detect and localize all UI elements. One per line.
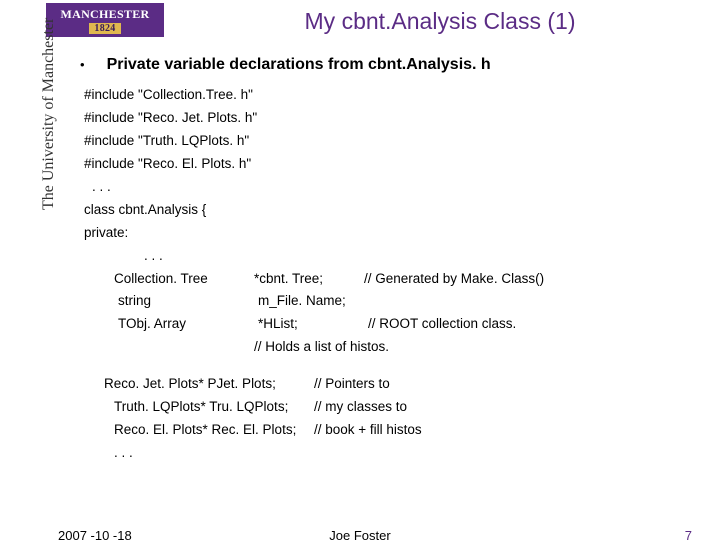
include-line: #include "Reco. El. Plots. h" — [84, 153, 690, 176]
member-declaration: TObj. Array *HList; // ROOT collection c… — [114, 313, 690, 336]
pointer-decl: Reco. El. Plots* Rec. El. Plots; — [114, 419, 314, 442]
pointer-declaration: Truth. LQPlots* Tru. LQPlots; // my clas… — [114, 396, 690, 419]
member-comment: // ROOT collection class. — [368, 313, 690, 336]
member-type: TObj. Array — [114, 313, 258, 336]
slide-title: My cbnt.Analysis Class (1) — [180, 8, 700, 35]
member-declaration: string m_File. Name; — [114, 290, 690, 313]
pointer-comment: // Pointers to — [314, 373, 390, 396]
pointer-comment: // my classes to — [314, 396, 407, 419]
class-declaration: class cbnt.Analysis { — [84, 199, 690, 222]
ellipsis: . . . — [144, 245, 690, 268]
pointer-decl: Truth. LQPlots* Tru. LQPlots; — [114, 396, 314, 419]
bullet-heading: • Private variable declarations from cbn… — [80, 56, 690, 74]
pointer-declaration: Reco. Jet. Plots* PJet. Plots; // Pointe… — [104, 373, 690, 396]
pointer-comment: // book + fill histos — [314, 419, 422, 442]
member-name: *HList; — [258, 313, 368, 336]
member-name: *cbnt. Tree; — [254, 268, 364, 291]
logo-year: 1824 — [89, 23, 120, 34]
pointer-decl: Reco. Jet. Plots* PJet. Plots; — [104, 373, 314, 396]
logo-side-caption: The University of Manchester — [40, 18, 58, 210]
member-type: Collection. Tree — [114, 268, 254, 291]
slide-content: • Private variable declarations from cbn… — [72, 56, 690, 465]
footer-date: 2007 -10 -18 — [58, 528, 132, 543]
logo-institution: MANCHESTER — [60, 7, 149, 22]
ellipsis: . . . — [92, 176, 690, 199]
member-comment: // Generated by Make. Class() — [364, 268, 690, 291]
include-line: #include "Truth. LQPlots. h" — [84, 130, 690, 153]
member-comment — [368, 290, 690, 313]
footer-author: Joe Foster — [300, 528, 420, 543]
private-members: . . . Collection. Tree *cbnt. Tree; // G… — [114, 245, 690, 360]
access-specifier: private: — [84, 222, 690, 245]
bullet-text: Private variable declarations from cbnt.… — [107, 56, 491, 74]
member-name: m_File. Name; — [258, 290, 368, 313]
bullet-marker: • — [80, 57, 85, 72]
pointer-declaration: Reco. El. Plots* Rec. El. Plots; // book… — [114, 419, 690, 442]
member-declaration: Collection. Tree *cbnt. Tree; // Generat… — [114, 268, 690, 291]
member-comment-continuation: // Holds a list of histos. — [254, 336, 690, 359]
ellipsis: . . . — [114, 442, 690, 465]
include-line: #include "Reco. Jet. Plots. h" — [84, 107, 690, 130]
university-logo: MANCHESTER 1824 — [46, 3, 164, 37]
member-type: string — [114, 290, 258, 313]
pointer-declarations: Reco. Jet. Plots* PJet. Plots; // Pointe… — [104, 373, 690, 465]
footer-page-number: 7 — [685, 528, 692, 543]
code-block: #include "Collection.Tree. h" #include "… — [84, 84, 690, 465]
include-line: #include "Collection.Tree. h" — [84, 84, 690, 107]
